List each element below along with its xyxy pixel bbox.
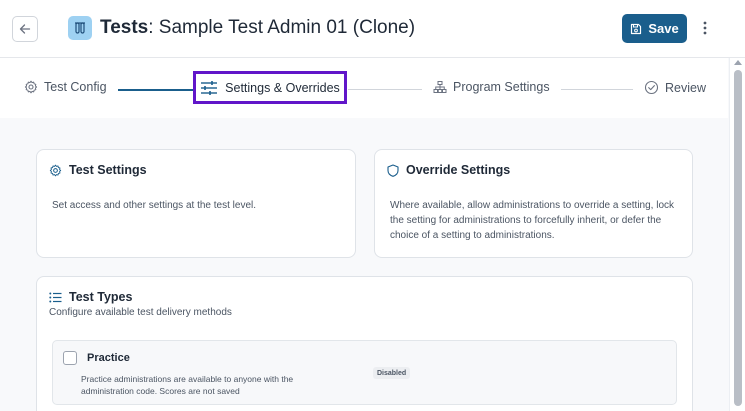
scroll-up-arrow-icon[interactable] (734, 60, 742, 65)
card-subtitle: Configure available test delivery method… (49, 307, 232, 318)
test-type-description: Practice administrations are available t… (81, 374, 294, 396)
card-title: Test Types (69, 290, 133, 304)
check-circle-icon (644, 80, 659, 95)
gear-icon (24, 80, 38, 94)
step-review[interactable]: Review (644, 80, 706, 95)
card-title: Override Settings (406, 163, 511, 177)
list-icon (49, 292, 62, 302)
arrow-left-icon (19, 24, 31, 34)
step-test-config[interactable]: Test Config (24, 80, 107, 94)
floppy-disk-icon (631, 23, 642, 34)
page-header: Tests: Sample Test Admin 01 (Clone) Save (0, 0, 745, 58)
test-types-heading: Test Types (49, 290, 132, 304)
test-settings-card[interactable]: Test Settings Set access and other setti… (36, 149, 356, 258)
test-type-name: Practice (87, 352, 130, 364)
page-scrollbar[interactable] (729, 58, 745, 411)
step-settings-overrides[interactable]: Settings & Overrides (193, 71, 347, 104)
test-settings-heading: Test Settings (49, 163, 147, 177)
test-type-item-practice[interactable]: Practice Practice administrations are av… (52, 340, 677, 405)
page-title: Tests: Sample Test Admin 01 (Clone) (100, 17, 415, 39)
shield-icon (387, 163, 399, 177)
step-label: Program Settings (453, 80, 550, 94)
test-tubes-icon (68, 16, 92, 40)
scrollbar-thumb[interactable] (734, 70, 742, 406)
card-description: Where available, allow administrations t… (390, 200, 675, 241)
step-program-settings[interactable]: Program Settings (433, 80, 550, 94)
step-label: Settings & Overrides (225, 80, 340, 95)
override-settings-heading: Override Settings (387, 163, 510, 177)
back-button[interactable] (12, 16, 38, 42)
save-button-label: Save (648, 21, 679, 36)
title-section: Tests (100, 17, 149, 38)
save-button[interactable]: Save (622, 14, 687, 43)
card-description: Set access and other settings at the tes… (52, 200, 257, 211)
practice-checkbox[interactable] (63, 351, 77, 365)
step-label: Review (665, 80, 706, 95)
more-vertical-icon (703, 21, 707, 35)
step-connector-complete (118, 89, 193, 91)
step-label: Test Config (44, 80, 107, 94)
status-badge: Disabled (373, 367, 411, 379)
progress-stepper: Test Config Settings & Overrides Program… (0, 58, 728, 118)
override-settings-card[interactable]: Override Settings Where available, allow… (374, 149, 693, 258)
gear-icon (49, 164, 62, 176)
step-connector-pending (561, 89, 633, 90)
step-connector-pending (348, 89, 422, 90)
card-title: Test Settings (69, 163, 147, 177)
more-options-button[interactable] (699, 17, 711, 39)
title-record: : Sample Test Admin 01 (Clone) (148, 17, 416, 38)
sitemap-icon (433, 81, 447, 93)
sliders-icon (201, 80, 218, 95)
